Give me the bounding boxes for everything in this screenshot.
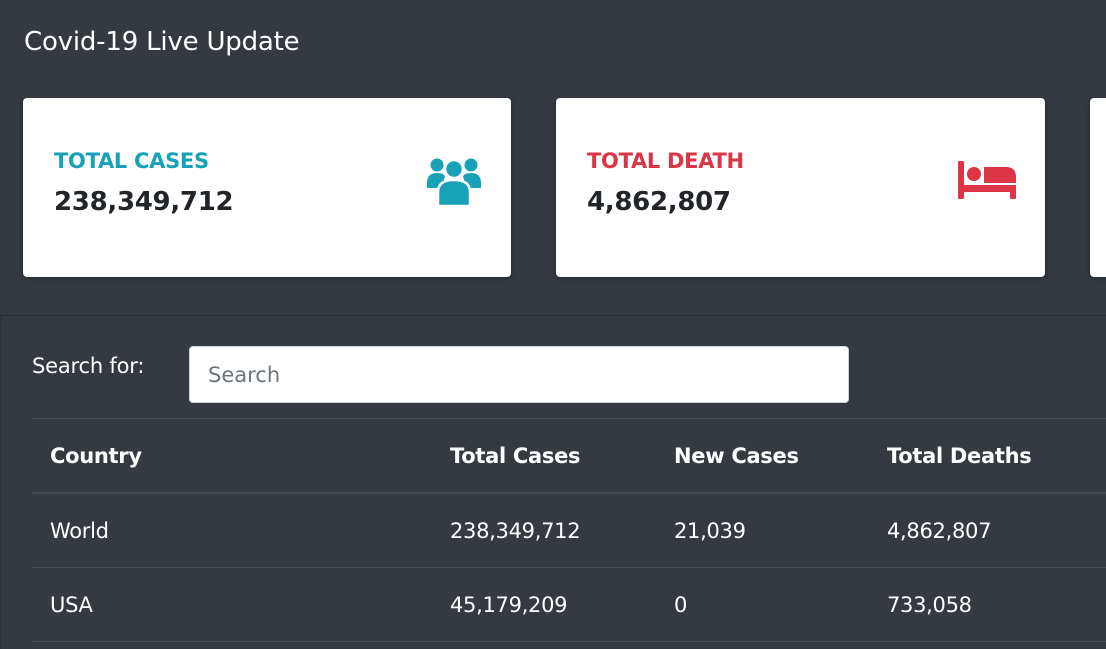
table-row: USA 45,179,209 0 733,058 [32, 567, 1106, 642]
total-death-label: TOTAL DEATH [587, 149, 744, 173]
total-death-card: TOTAL DEATH 4,862,807 [556, 98, 1045, 277]
total-cases-label: TOTAL CASES [54, 149, 209, 173]
table-row: World 238,349,712 21,039 4,862,807 [32, 493, 1106, 568]
column-header-total-deaths[interactable]: Total Deaths [869, 418, 1106, 494]
total-cases-card: TOTAL CASES 238,349,712 [23, 98, 511, 277]
cell-total-deaths: 4,862,807 [869, 493, 1106, 568]
total-death-value: 4,862,807 [587, 187, 731, 217]
cell-total-cases: 45,179,209 [432, 567, 656, 642]
country-table: Country Total Cases New Cases Total Deat… [32, 418, 1106, 642]
table-header-row: Country Total Cases New Cases Total Deat… [32, 418, 1106, 494]
cell-new-cases: 0 [656, 567, 869, 642]
bed-icon [958, 161, 1016, 199]
data-panel: Search for: Country Total Cases New Case… [0, 315, 1106, 649]
search-input[interactable] [189, 346, 849, 403]
column-header-country[interactable]: Country [32, 418, 432, 494]
cell-country: World [32, 493, 432, 568]
cell-total-deaths: 733,058 [869, 567, 1106, 642]
cell-new-cases: 21,039 [656, 493, 869, 568]
total-recovered-card [1090, 98, 1106, 277]
column-header-new-cases[interactable]: New Cases [656, 418, 869, 494]
cell-country: USA [32, 567, 432, 642]
page-title: Covid-19 Live Update [24, 27, 300, 57]
column-header-total-cases[interactable]: Total Cases [432, 418, 656, 494]
total-cases-value: 238,349,712 [54, 187, 234, 217]
page: Covid-19 Live Update TOTAL CASES 238,349… [0, 0, 1106, 649]
cell-total-cases: 238,349,712 [432, 493, 656, 568]
search-label: Search for: [32, 354, 145, 378]
users-icon [427, 158, 481, 206]
